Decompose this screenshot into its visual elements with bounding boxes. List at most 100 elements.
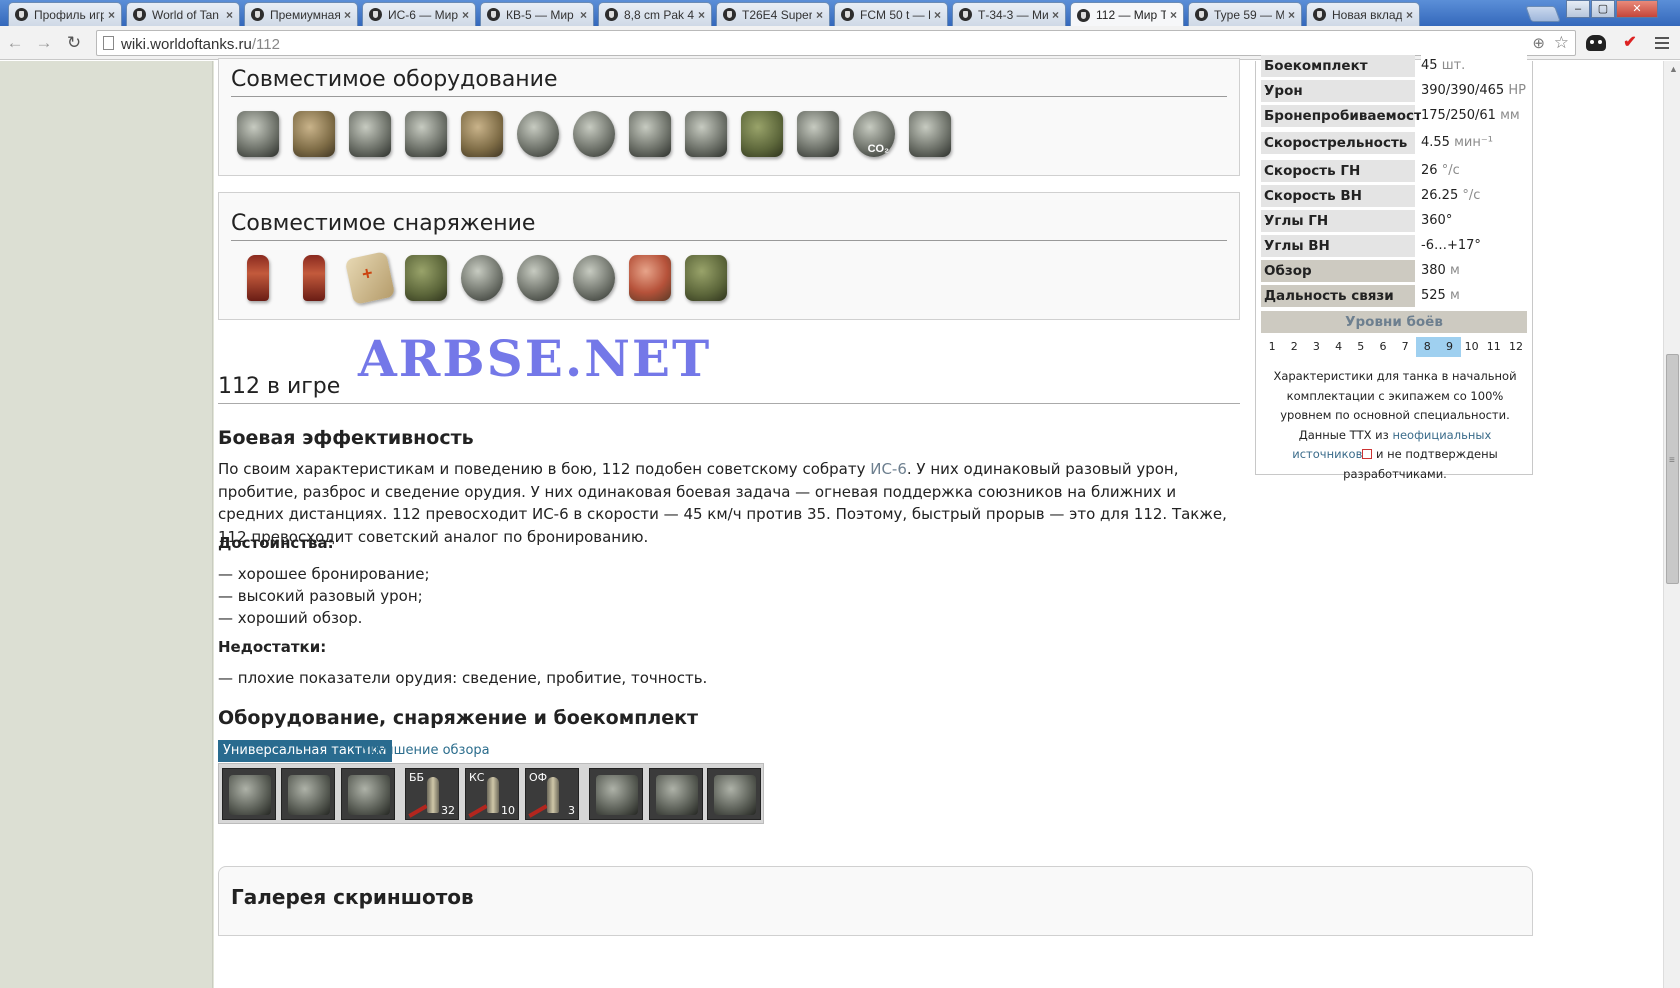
minimize-button[interactable]: – <box>1566 0 1590 18</box>
incognito-extension-icon[interactable] <box>1586 35 1606 51</box>
wet-ammo-rack-icon[interactable] <box>737 107 787 161</box>
battle-tier: 5 <box>1357 340 1365 353</box>
small-first-aid-kit-icon[interactable] <box>589 768 643 820</box>
close-tab-icon[interactable]: × <box>108 8 115 22</box>
tab-7[interactable]: T26E4 SuperP × <box>716 2 830 26</box>
tank-favicon-icon <box>605 8 618 21</box>
tab-9[interactable]: Т-34-3 — Ми × <box>952 2 1066 26</box>
close-window-button[interactable]: ✕ <box>1616 0 1658 18</box>
fire-extinguisher-icon[interactable] <box>707 768 761 820</box>
forward-arrow-icon[interactable]: → <box>33 33 55 53</box>
gun-laying-drive-icon[interactable] <box>681 107 731 161</box>
co2-fire-extinguisher-icon[interactable]: CO₂ <box>849 107 899 161</box>
spec-key: Скорость ГН <box>1261 160 1415 182</box>
wrench-icon[interactable] <box>345 107 395 161</box>
battle-tiers-list: 1 2 3 4 5 6 7 8 9 10 11 12 <box>1261 337 1527 357</box>
left-sidebar <box>0 61 213 988</box>
page-scrollbar[interactable]: ▲ <box>1663 61 1680 988</box>
close-tab-icon[interactable]: × <box>462 8 469 22</box>
vertical-stabilizer-icon[interactable] <box>625 107 675 161</box>
fan-icon[interactable] <box>569 107 619 161</box>
scrollbar-thumb[interactable] <box>1666 354 1679 584</box>
battle-tier: 11 <box>1486 340 1501 353</box>
spec-value: -6…+17° <box>1421 235 1527 257</box>
automatic-extinguisher-icon[interactable] <box>289 251 339 305</box>
large-repair-kit-icon[interactable] <box>513 251 563 305</box>
close-tab-icon[interactable]: × <box>934 8 941 22</box>
close-tab-icon[interactable]: × <box>1406 8 1413 22</box>
tab-title: Т-34-3 — Ми <box>978 7 1048 22</box>
small-repair-kit-icon[interactable] <box>457 251 507 305</box>
shell-graphic <box>547 777 559 813</box>
reload-icon[interactable]: ↻ <box>63 33 85 53</box>
close-tab-icon[interactable]: × <box>816 8 823 22</box>
large-first-aid-kit-icon[interactable] <box>401 251 451 305</box>
spec-key: Дальность связи <box>1261 285 1415 307</box>
turbocharger-icon[interactable] <box>513 107 563 161</box>
spec-value: 45 шт. <box>1421 55 1527 77</box>
divider <box>231 240 1227 241</box>
close-tab-icon[interactable]: × <box>580 8 587 22</box>
he-shell-icon[interactable]: ОФ 3 <box>525 768 579 820</box>
tab-1[interactable]: Профиль игр × <box>8 2 122 26</box>
rammer-icon[interactable] <box>222 768 276 820</box>
ap-shell-icon[interactable]: ББ 32 <box>405 768 459 820</box>
menu-icon[interactable] <box>1655 37 1669 49</box>
tab-3[interactable]: Премиумная × <box>244 2 358 26</box>
icon-graphic <box>247 255 269 301</box>
optics-icon[interactable] <box>289 107 339 161</box>
toolbox-icon[interactable] <box>793 107 843 161</box>
oil-canister-icon[interactable] <box>681 251 731 305</box>
close-tab-icon[interactable]: × <box>1288 8 1295 22</box>
pros-item: — хорошее бронирование; <box>218 565 430 583</box>
address-bar[interactable]: wiki.worldoftanks.ru/112 ⊕ ☆ <box>96 30 1576 56</box>
fan-icon[interactable] <box>341 768 395 820</box>
tab-8[interactable]: FCM 50 t — М × <box>834 2 948 26</box>
is6-link[interactable]: ИС-6 <box>870 460 907 478</box>
tab-4[interactable]: ИС-6 — Мир × <box>362 2 476 26</box>
spec-row: Скорость ВН 26.25 °/c <box>1261 185 1527 207</box>
close-tab-icon[interactable]: × <box>1052 8 1059 22</box>
scroll-up-icon[interactable]: ▲ <box>1669 64 1678 74</box>
shell-graphic <box>487 777 499 813</box>
url-text[interactable]: wiki.worldoftanks.ru/112 <box>121 36 280 53</box>
turbocharger-icon[interactable] <box>281 768 335 820</box>
tab-12[interactable]: Новая вкладка × <box>1306 2 1420 26</box>
tab-title: ИС-6 — Мир <box>388 7 458 22</box>
close-tab-icon[interactable]: × <box>344 8 351 22</box>
specs-note: Характеристики для танка в начальной ком… <box>1273 369 1517 481</box>
small-first-aid-kit-icon[interactable] <box>344 251 396 305</box>
maximize-button[interactable]: ▢ <box>1591 0 1615 18</box>
tab-10[interactable]: 112 — Мир Т × <box>1070 2 1184 27</box>
tab-5[interactable]: КВ-5 — Мир × <box>480 2 594 26</box>
bookmark-star-icon[interactable]: ☆ <box>1554 33 1569 53</box>
back-arrow-icon[interactable]: ← <box>4 33 26 53</box>
tank-favicon-icon <box>1195 8 1208 21</box>
tab-6[interactable]: 8,8 cm Pak 43 × <box>598 2 712 26</box>
fire-extinguisher-icon[interactable] <box>233 251 283 305</box>
new-tab-button[interactable] <box>1525 6 1561 22</box>
tab-2[interactable]: World of Tan × <box>126 2 240 26</box>
close-tab-icon[interactable]: × <box>698 8 705 22</box>
gasoline-icon[interactable] <box>569 251 619 305</box>
chocolate-icon[interactable] <box>625 251 675 305</box>
small-repair-kit-icon[interactable] <box>649 768 703 820</box>
rammer-icon[interactable] <box>233 107 283 161</box>
battle-tier: 9 <box>1438 337 1461 357</box>
battle-tier: 1 <box>1268 340 1276 353</box>
tab-view-improvement[interactable]: Улучшение обзора <box>357 740 495 762</box>
spall-liner-icon[interactable] <box>457 107 507 161</box>
spec-key: Углы ГН <box>1261 210 1415 232</box>
close-tab-icon[interactable]: × <box>1170 8 1177 22</box>
extension-check-icon[interactable]: ✔ <box>1620 35 1640 51</box>
zoom-icon[interactable]: ⊕ <box>1532 34 1545 52</box>
filter-icon[interactable] <box>905 107 955 161</box>
cons-item: — плохие показатели орудия: сведение, пр… <box>218 669 708 687</box>
camera-net-icon[interactable] <box>401 107 451 161</box>
tab-11[interactable]: Type 59 — М × <box>1188 2 1302 26</box>
close-tab-icon[interactable]: × <box>226 8 233 22</box>
icon-graphic <box>237 111 279 157</box>
heat-shell-icon[interactable]: КС 10 <box>465 768 519 820</box>
external-link-icon <box>1362 449 1373 459</box>
shell-graphic <box>427 777 439 813</box>
